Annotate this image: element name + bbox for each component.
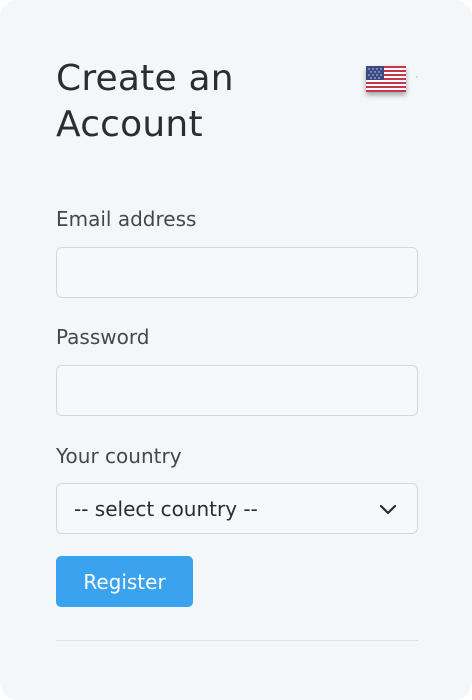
country-select-value: -- select country -- xyxy=(74,497,258,521)
title-line-1: Create an xyxy=(56,58,234,99)
decorative-dot xyxy=(416,76,418,78)
register-button[interactable]: Register xyxy=(56,556,193,607)
title-line-2: Account xyxy=(56,104,203,145)
email-field[interactable] xyxy=(56,247,418,298)
chevron-down-icon xyxy=(379,504,397,515)
password-label: Password xyxy=(56,325,150,349)
country-select[interactable]: -- select country -- xyxy=(56,483,418,534)
country-label: Your country xyxy=(56,444,182,468)
divider xyxy=(56,640,418,641)
password-field[interactable] xyxy=(56,365,418,416)
language-switcher[interactable] xyxy=(366,66,406,92)
us-flag-icon xyxy=(366,66,406,92)
register-card: Create an Account Email address Password… xyxy=(0,0,472,700)
email-label: Email address xyxy=(56,207,197,231)
page-title: Create an Account xyxy=(56,56,316,148)
